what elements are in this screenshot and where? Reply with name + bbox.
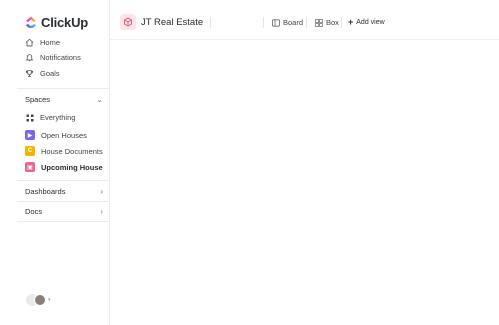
sidebar-divider [17, 180, 110, 181]
sidebar-divider [17, 221, 110, 222]
nav-goals-label: Goals [40, 69, 60, 78]
box-grid-icon [315, 18, 323, 27]
chevron-down-icon: ▾ [48, 297, 51, 303]
space-upcoming-house-label: Upcoming House [41, 162, 103, 172]
tab-board[interactable]: Board [272, 18, 303, 27]
nav-goals[interactable]: Goals [25, 69, 60, 78]
divider [210, 17, 211, 28]
space-house-documents-label: House Documents [41, 146, 103, 156]
tab-box-label: Box [326, 18, 339, 27]
nav-notifications-label: Notifications [40, 53, 81, 62]
dashboards-header[interactable]: Dashboards › [25, 187, 103, 196]
spaces-header[interactable]: Spaces ⌄ [25, 95, 103, 104]
nav-home-label: Home [40, 38, 61, 47]
nav-notifications[interactable]: Notifications [25, 53, 81, 62]
docs-label: Docs [25, 207, 43, 216]
cube-icon[interactable] [120, 14, 136, 30]
plus-icon: + [348, 17, 354, 27]
space-open-houses-label: Open Houses [41, 130, 87, 140]
user-menu[interactable]: ▾ [26, 294, 51, 306]
bell-icon [25, 53, 34, 62]
spaces-title: Spaces [25, 95, 51, 104]
sidebar-divider [17, 201, 110, 202]
page-title: JT Real Estate [141, 17, 204, 28]
add-view-button[interactable]: + Add view [348, 17, 385, 27]
board-icon [272, 18, 280, 27]
avatar [34, 294, 46, 306]
divider [306, 17, 307, 28]
space-upcoming-house[interactable]: ▣ Upcoming House [25, 162, 103, 172]
space-house-documents[interactable]: C House Documents [25, 146, 103, 156]
divider [263, 17, 264, 28]
top-bar: JT Real Estate Board Box + Add view [110, 0, 499, 40]
space-badge-c: C [25, 146, 35, 156]
sidebar: ClickUp Home Notifications Goals Spaces … [0, 0, 110, 325]
sidebar-divider [17, 88, 110, 89]
tab-board-label: Board [283, 18, 304, 27]
grid-dots-icon [25, 113, 34, 122]
tab-box[interactable]: Box [315, 18, 339, 27]
space-everything-label: Everything [40, 113, 76, 122]
divider [341, 17, 342, 28]
play-icon: ▶ [25, 130, 35, 140]
home-icon [25, 38, 34, 47]
chevron-right-icon[interactable]: › [100, 187, 103, 196]
brand-name: ClickUp [41, 15, 89, 30]
chevron-right-icon[interactable]: › [100, 207, 103, 216]
space-open-houses[interactable]: ▶ Open Houses [25, 130, 87, 140]
chevron-down-icon[interactable]: ⌄ [96, 95, 103, 104]
nav-home[interactable]: Home [25, 38, 60, 47]
add-view-label: Add view [356, 18, 385, 26]
clickup-logo-icon [26, 16, 36, 28]
main-content [111, 41, 499, 325]
trophy-icon [25, 69, 34, 78]
space-everything[interactable]: Everything [25, 113, 75, 122]
docs-header[interactable]: Docs › [25, 207, 103, 216]
clickup-logo[interactable]: ClickUp [25, 15, 88, 30]
dashboards-label: Dashboards [25, 187, 66, 196]
box-icon: ▣ [25, 162, 35, 172]
